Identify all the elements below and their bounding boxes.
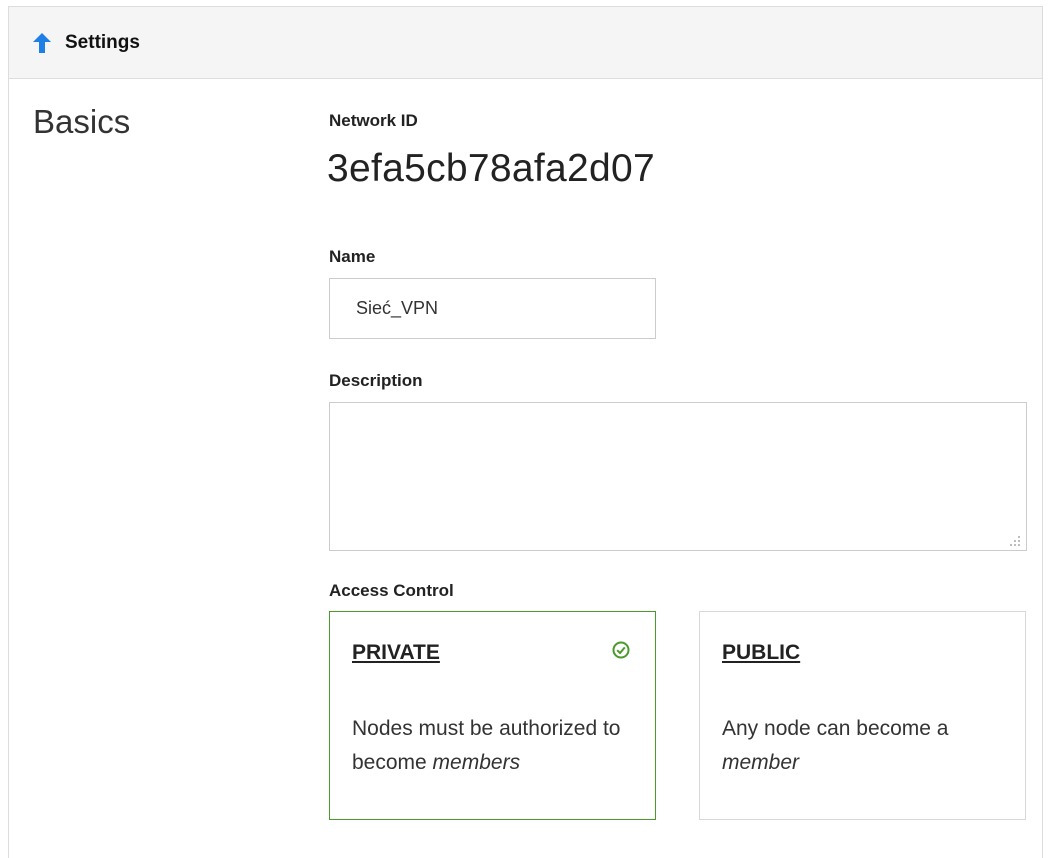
settings-panel: Settings Basics Network ID 3efa5cb78afa2… bbox=[8, 6, 1043, 858]
arrow-up-icon[interactable] bbox=[33, 32, 51, 53]
network-id-label: Network ID bbox=[329, 111, 418, 130]
settings-header[interactable]: Settings bbox=[9, 7, 1042, 79]
access-option-private[interactable]: PRIVATE Nodes must be authorized to beco… bbox=[329, 611, 656, 820]
section-title: Basics bbox=[33, 103, 131, 140]
private-option-title: PRIVATE bbox=[352, 641, 440, 664]
description-label: Description bbox=[329, 371, 423, 390]
settings-title[interactable]: Settings bbox=[65, 32, 140, 54]
name-input[interactable] bbox=[329, 278, 656, 339]
public-option-title: PUBLIC bbox=[722, 641, 801, 664]
access-option-public[interactable]: PUBLIC Any node can become a member bbox=[699, 611, 1026, 820]
name-label: Name bbox=[329, 247, 376, 266]
network-id-value: 3efa5cb78afa2d07 bbox=[327, 147, 655, 190]
check-circle-icon bbox=[612, 641, 630, 659]
description-textarea[interactable] bbox=[329, 402, 1027, 551]
public-option-description: Any node can become a member bbox=[722, 717, 949, 774]
access-control-label: Access Control bbox=[329, 581, 454, 600]
private-option-description: Nodes must be authorized to become membe… bbox=[352, 717, 621, 774]
resize-grip-icon[interactable] bbox=[1009, 534, 1021, 546]
